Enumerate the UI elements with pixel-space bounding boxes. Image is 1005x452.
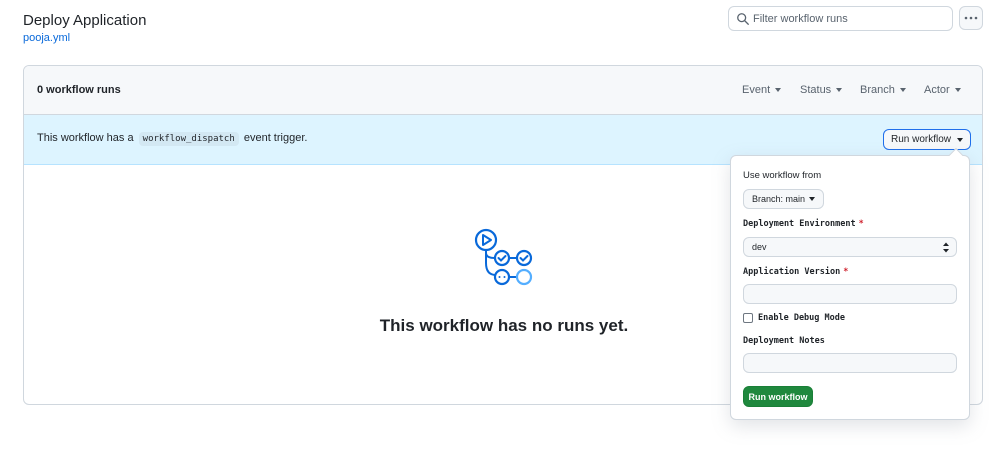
- debug-mode-checkbox[interactable]: [743, 313, 753, 323]
- event-filter[interactable]: Event: [742, 84, 782, 96]
- dispatch-code: workflow_dispatch: [138, 132, 239, 146]
- required-marker: *: [858, 219, 864, 229]
- caret-down-icon: [775, 88, 782, 92]
- use-workflow-from-label: Use workflow from: [743, 170, 822, 181]
- version-label: Application Version *: [743, 267, 848, 277]
- dispatch-message: This workflow has a workflow_dispatch ev…: [37, 132, 308, 146]
- filter-label: Status: [800, 84, 832, 96]
- kebab-horizontal-icon: [964, 16, 978, 20]
- runs-header: 0 workflow runs Event Status Branch Acto…: [24, 66, 982, 115]
- notes-label: Deployment Notes: [743, 336, 825, 346]
- required-marker: *: [843, 267, 849, 277]
- workflow-file-link[interactable]: pooja.yml: [23, 32, 70, 44]
- actor-filter[interactable]: Actor: [924, 84, 961, 96]
- run-workflow-popover: Use workflow from Branch: main Deploymen…: [730, 147, 970, 420]
- more-options-button[interactable]: [959, 6, 983, 30]
- caret-down-icon: [954, 88, 961, 92]
- runs-count: 0 workflow runs: [37, 84, 121, 96]
- search-input[interactable]: [753, 10, 948, 27]
- caret-down-icon: [957, 137, 964, 142]
- run-workflow-label: Run workflow: [890, 134, 952, 145]
- branch-label: Branch: main: [751, 194, 806, 204]
- run-workflow-submit-button[interactable]: Run workflow: [743, 386, 813, 407]
- version-label-text: Application Version: [743, 267, 841, 277]
- status-filter[interactable]: Status: [800, 84, 843, 96]
- filter-label: Branch: [860, 84, 895, 96]
- version-input[interactable]: [743, 284, 957, 304]
- filter-label: Actor: [924, 84, 950, 96]
- environment-label-text: Deployment Environment: [743, 219, 856, 229]
- dispatch-text-after: event trigger.: [243, 132, 308, 144]
- environment-value: dev: [752, 242, 767, 252]
- branch-select-button[interactable]: Branch: main: [743, 189, 824, 209]
- notes-input[interactable]: [743, 353, 957, 373]
- dispatch-text-before: This workflow has a: [37, 132, 134, 144]
- search-icon: [737, 13, 749, 25]
- caret-down-icon: [899, 88, 906, 92]
- workflow-icon: [474, 228, 533, 286]
- caret-down-icon: [809, 197, 816, 201]
- branch-filter[interactable]: Branch: [860, 84, 906, 96]
- environment-select[interactable]: dev: [743, 237, 957, 257]
- select-arrows-icon: [943, 242, 949, 253]
- debug-mode-label: Enable Debug Mode: [758, 313, 845, 323]
- environment-label: Deployment Environment *: [743, 219, 864, 229]
- page-title: Deploy Application: [23, 12, 147, 29]
- filter-label: Event: [742, 84, 771, 96]
- run-workflow-dropdown-button[interactable]: Run workflow: [883, 129, 971, 150]
- caret-down-icon: [836, 88, 843, 92]
- debug-mode-row[interactable]: Enable Debug Mode: [743, 313, 845, 323]
- filter-runs-search[interactable]: [728, 6, 953, 31]
